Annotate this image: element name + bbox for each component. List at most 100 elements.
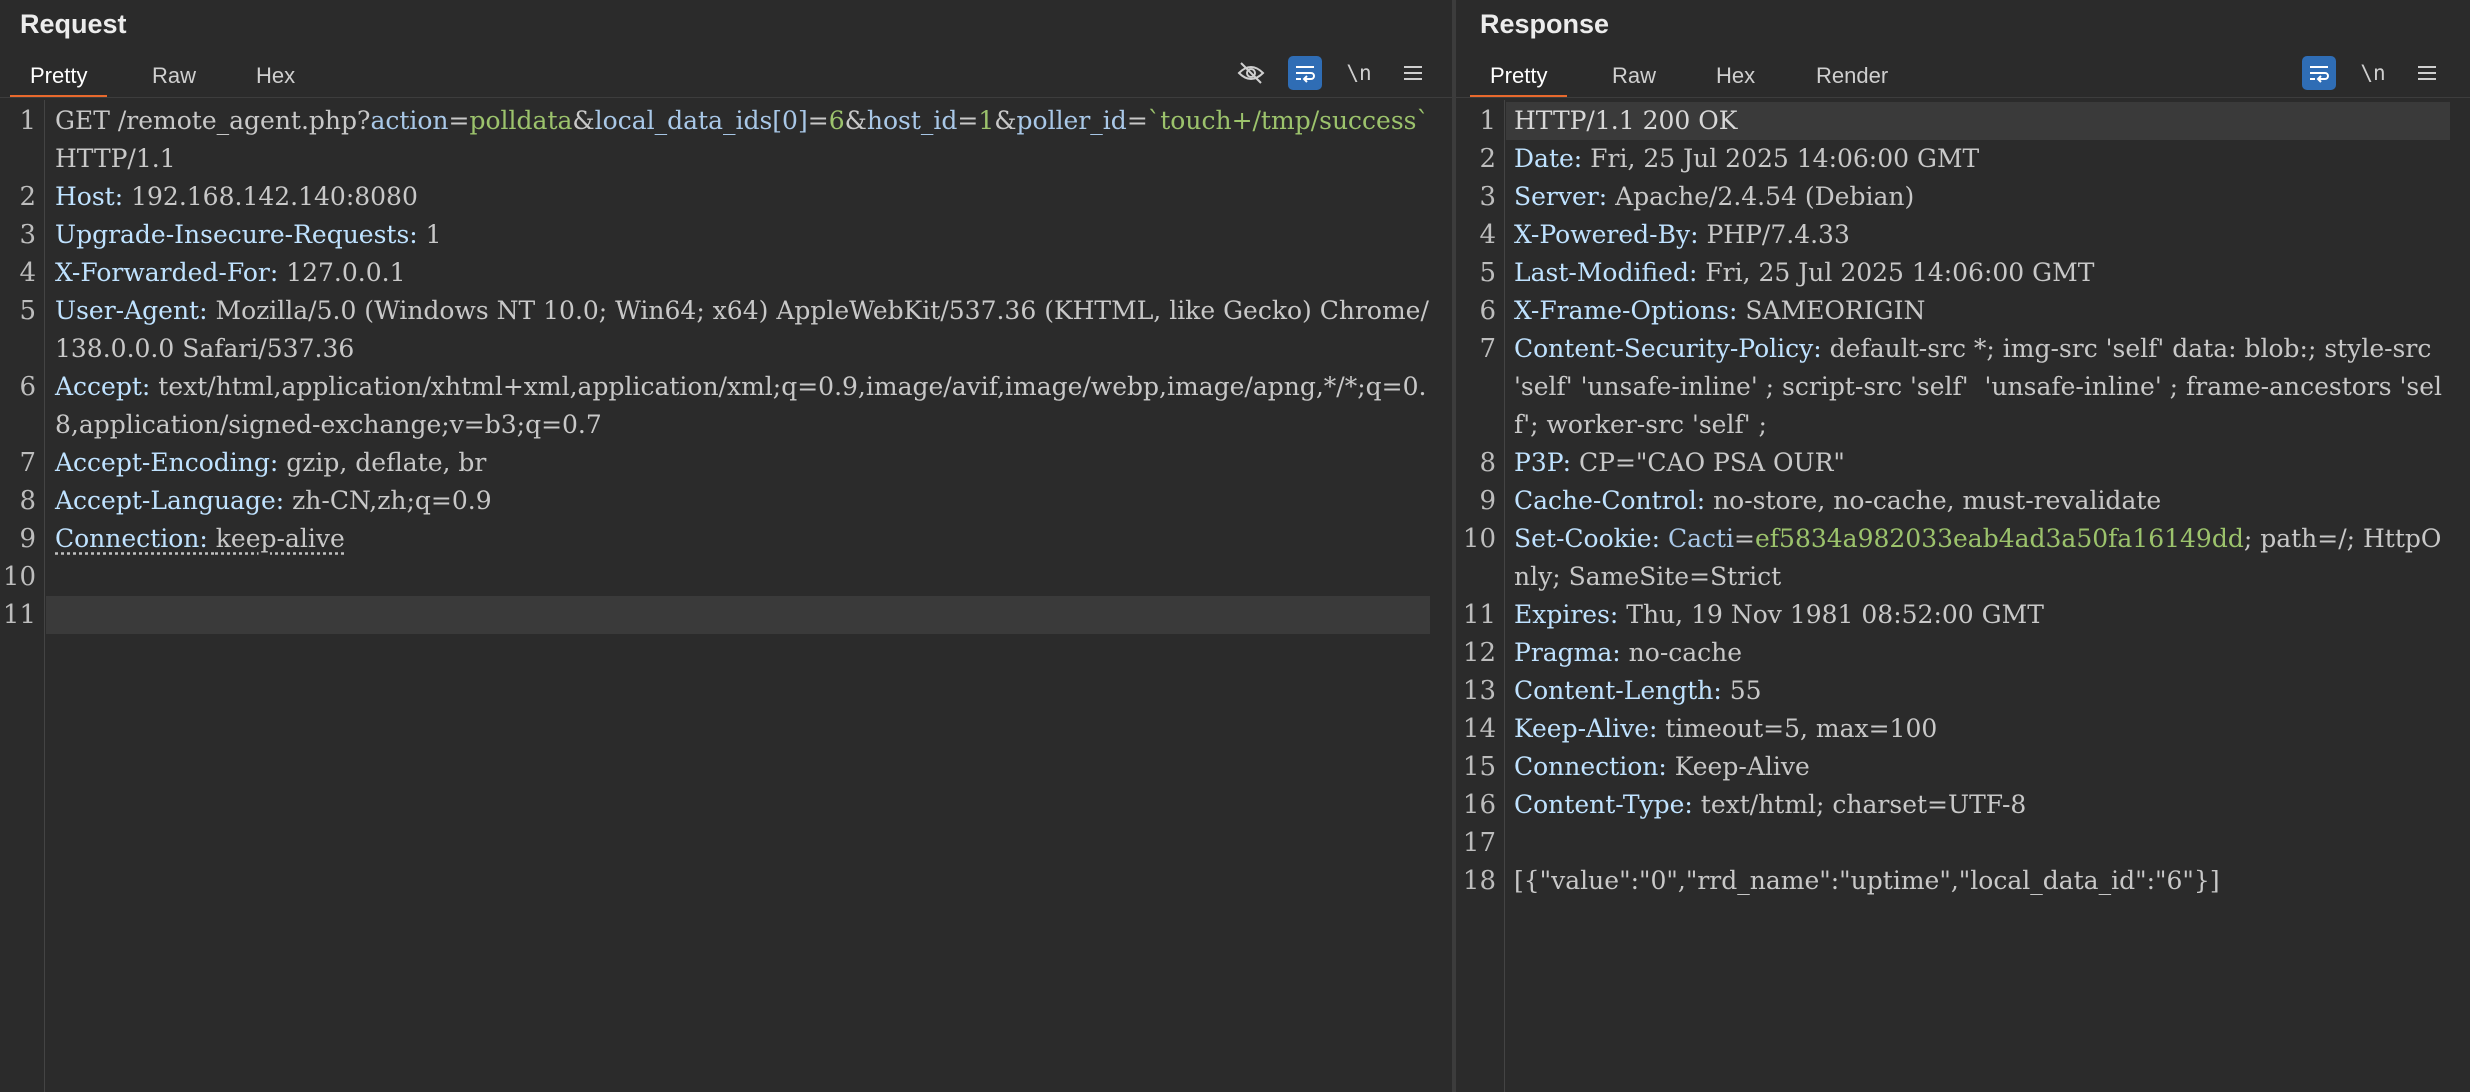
line-number: 9 — [1479, 486, 1496, 516]
header-name: Cache-Control: — [1514, 486, 1714, 515]
eye-slash-icon[interactable] — [1234, 56, 1268, 90]
header-value: text/html; charset=UTF-8 — [1700, 790, 2027, 819]
header-name: Connection: — [55, 524, 216, 553]
tab-response-raw[interactable]: Raw — [1612, 56, 1656, 96]
response-line-1: 1 HTTP/1.1 200 OK — [1456, 102, 2470, 140]
hamburger-menu-icon[interactable] — [1396, 56, 1430, 90]
response-editor[interactable]: 1 HTTP/1.1 200 OK 2 Date: Fri, 25 Jul 2025… — [1456, 100, 2470, 1092]
request-line-6: 6 Accept: text/html,application/xhtml+xml… — [0, 368, 1452, 444]
line-number: 5 — [19, 296, 36, 326]
header-value: SAMEORIGIN — [1745, 296, 1926, 325]
wrap-lines-icon[interactable] — [2302, 56, 2336, 90]
header-name: Server: — [1514, 182, 1616, 211]
line-number: 3 — [19, 220, 36, 250]
tab-request-hex[interactable]: Hex — [256, 56, 295, 96]
header-name: Last-Modified: — [1514, 258, 1706, 287]
header-name: Content-Type: — [1514, 790, 1701, 819]
line-number: 4 — [1479, 220, 1496, 250]
line-number: 11 — [1462, 600, 1496, 630]
request-line-10: 10​ — [0, 558, 1452, 596]
response-line-17: 17​ — [1456, 824, 2470, 862]
header-name: Accept-Encoding: — [55, 448, 287, 477]
status-line: HTTP/1.1 200 OK — [1514, 106, 1738, 135]
response-line-14: 14 Keep-Alive: timeout=5, max=100 — [1456, 710, 2470, 748]
line-number: 7 — [19, 448, 36, 478]
response-line-12: 12 Pragma: no-cache — [1456, 634, 2470, 672]
line-number: 10 — [1462, 524, 1496, 554]
newline-toggle[interactable]: \n — [1342, 56, 1376, 90]
response-line-5: 5 Last-Modified: Fri, 25 Jul 2025 14:06:0… — [1456, 254, 2470, 292]
request-line-1: 1 GET /remote_agent.php?action=polldata&… — [0, 102, 1452, 178]
request-editor[interactable]: 1 GET /remote_agent.php?action=polldata&… — [0, 100, 1452, 1092]
response-line-13: 13 Content-Length: 55 — [1456, 672, 2470, 710]
line-number: 6 — [1479, 296, 1496, 326]
line-number: 16 — [1462, 790, 1496, 820]
hamburger-menu-icon[interactable] — [2410, 56, 2444, 90]
header-name: Expires: — [1514, 600, 1627, 629]
cookie-name: Cacti — [1667, 524, 1735, 553]
param-name: action — [370, 106, 449, 135]
request-line-11[interactable]: 11​ — [0, 596, 1452, 634]
header-value: 55 — [1729, 676, 1762, 705]
line-number: 11 — [2, 600, 36, 630]
header-value: PHP/7.4.33 — [1706, 220, 1850, 249]
header-value: CP="CAO PSA OUR" — [1579, 448, 1845, 477]
header-name: Accept-Language: — [55, 486, 293, 515]
line-number: 18 — [1462, 866, 1496, 896]
line-number: 15 — [1462, 752, 1496, 782]
line-number: 3 — [1479, 182, 1496, 212]
line-number: 8 — [1479, 448, 1496, 478]
header-value: keep-alive — [215, 524, 345, 553]
header-value: Apache/2.4.54 (Debian) — [1615, 182, 1915, 211]
request-line-5: 5 User-Agent: Mozilla/5.0 (Windows NT 10.… — [0, 292, 1452, 368]
response-title: Response — [1480, 9, 1610, 39]
response-header-divider — [1456, 97, 2470, 98]
tab-response-render[interactable]: Render — [1816, 56, 1888, 96]
header-value: 127.0.0.1 — [286, 258, 406, 287]
tab-request-pretty[interactable]: Pretty — [9, 56, 109, 98]
response-line-8: 8 P3P: CP="CAO PSA OUR" — [1456, 444, 2470, 482]
header-name: P3P: — [1514, 448, 1580, 477]
tab-response-pretty[interactable]: Pretty — [1469, 56, 1569, 98]
line-number: 1 — [19, 106, 36, 136]
header-name: X-Powered-By: — [1514, 220, 1707, 249]
line-number: 14 — [1462, 714, 1496, 744]
header-name: Host: — [55, 182, 132, 211]
request-title: Request — [20, 9, 127, 39]
header-value: 192.168.142.140:8080 — [131, 182, 418, 211]
wrap-lines-icon[interactable] — [1288, 56, 1322, 90]
line-number: 2 — [1479, 144, 1496, 174]
header-value: no-cache — [1628, 638, 1743, 667]
tab-response-hex[interactable]: Hex — [1716, 56, 1755, 96]
header-name: User-Agent: — [55, 296, 216, 325]
header-name: X-Forwarded-For: — [55, 258, 287, 287]
response-line-7: 7 Content-Security-Policy: default-src *;… — [1456, 330, 2470, 444]
line-number: 6 — [19, 372, 36, 402]
response-line-9: 9 Cache-Control: no-store, no-cache, must… — [1456, 482, 2470, 520]
param-value: 1 — [978, 106, 995, 135]
param-value: `touch+/tmp/success` — [1147, 106, 1430, 135]
header-value: 1 — [425, 220, 442, 249]
header-value: Keep-Alive — [1674, 752, 1810, 781]
newline-toggle[interactable]: \n — [2356, 56, 2390, 90]
header-value: gzip, deflate, br — [286, 448, 487, 477]
header-name: Set-Cookie: — [1514, 524, 1668, 553]
request-line-4: 4 X-Forwarded-For: 127.0.0.1 — [0, 254, 1452, 292]
response-body: [{"value":"0","rrd_name":"uptime","local… — [1514, 866, 2220, 895]
http-method: GET — [55, 106, 110, 135]
line-number: 12 — [1462, 638, 1496, 668]
tab-request-raw[interactable]: Raw — [152, 56, 196, 96]
response-line-15: 15 Connection: Keep-Alive — [1456, 748, 2470, 786]
response-line-2: 2 Date: Fri, 25 Jul 2025 14:06:00 GMT — [1456, 140, 2470, 178]
request-line-3: 3 Upgrade-Insecure-Requests: 1 — [0, 216, 1452, 254]
line-number: 4 — [19, 258, 36, 288]
line-number: 1 — [1479, 106, 1496, 136]
line-number: 10 — [2, 562, 36, 592]
param-name: host_id — [866, 106, 958, 135]
header-name: X-Frame-Options: — [1514, 296, 1746, 325]
header-value: Mozilla/5.0 (Windows NT 10.0; Win64; x64… — [55, 296, 1429, 363]
line-number: 9 — [19, 524, 36, 554]
header-value: Fri, 25 Jul 2025 14:06:00 GMT — [1590, 144, 1980, 173]
param-name: local_data_ids[0] — [594, 106, 808, 135]
request-header-divider — [0, 97, 1452, 98]
